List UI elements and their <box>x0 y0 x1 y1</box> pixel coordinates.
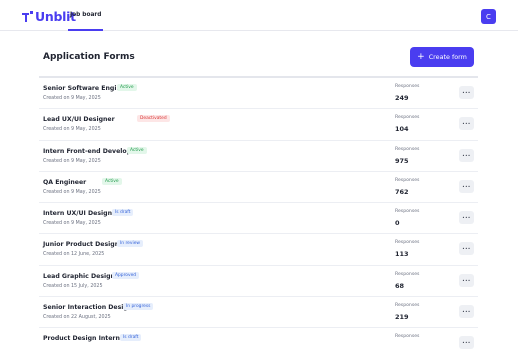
more-options-button[interactable]: ••• <box>459 242 474 256</box>
list-item[interactable]: QA Engineer Active Created on 9 May, 2025 R… <box>39 170 478 202</box>
created-date: Created on 9 May, 2025 <box>43 127 101 133</box>
responses-count: 219 <box>395 313 409 322</box>
more-options-button[interactable]: ••• <box>459 273 474 287</box>
form-title[interactable]: Product Design Intern <box>43 335 120 342</box>
forms-list: Senior Software Engineer Active Created on… <box>39 76 478 359</box>
more-options-button[interactable]: ••• <box>459 179 474 193</box>
created-date: Created on 9 May, 2025 <box>43 221 101 227</box>
page-title: Application Forms <box>43 52 135 62</box>
list-item[interactable]: Intern UX/UI Designer Is draft Created on … <box>39 202 478 233</box>
status-badge: Active <box>102 177 122 185</box>
list-item[interactable]: Product Design Intern Is draft Responses ••… <box>39 327 478 358</box>
form-title[interactable]: Junior Product Designer <box>43 241 126 248</box>
top-bar: Unblit Job board C <box>0 0 518 31</box>
list-item[interactable]: Senior Software Engineer Active Created on… <box>39 76 478 108</box>
responses-label: Responses <box>395 271 420 277</box>
form-title[interactable]: Intern Front-end Developer <box>43 148 138 155</box>
ellipsis-icon: ••• <box>462 90 471 95</box>
more-options-button[interactable]: ••• <box>459 117 474 131</box>
created-date: Created on 15 July, 2025 <box>43 283 103 289</box>
created-date: Created on 12 June, 2025 <box>43 252 105 258</box>
created-date: Created on 9 May, 2025 <box>43 96 101 101</box>
list-item[interactable]: Lead UX/UI Designer Deactivated Created on… <box>39 108 478 139</box>
ellipsis-icon: ••• <box>462 277 471 283</box>
more-options-button[interactable]: ••• <box>459 148 474 162</box>
responses-count: 0 <box>395 219 400 228</box>
plus-icon: + <box>417 51 425 62</box>
list-item[interactable]: Junior Product Designer In review Created … <box>39 233 478 264</box>
status-badge: Is draft <box>112 209 134 217</box>
status-badge: Active <box>117 84 137 91</box>
status-badge: Deactivated <box>137 115 170 123</box>
form-title[interactable]: Lead Graphic Designer <box>43 273 122 280</box>
status-badge: Active <box>127 146 147 154</box>
responses-label: Responses <box>395 240 420 246</box>
avatar[interactable]: C <box>481 9 496 24</box>
responses-label: Responses <box>395 303 420 309</box>
responses-count: 68 <box>395 281 405 290</box>
status-badge: In review <box>117 240 143 248</box>
responses-count: 975 <box>395 156 409 165</box>
responses-count: 249 <box>395 94 409 102</box>
form-title[interactable]: Lead UX/UI Designer <box>43 116 115 123</box>
list-item[interactable]: Senior Interaction Designer In progress Cr… <box>39 296 478 327</box>
responses-label: Responses <box>395 209 420 215</box>
responses-count: 113 <box>395 250 409 259</box>
ellipsis-icon: ••• <box>462 152 471 158</box>
more-options-button[interactable]: ••• <box>459 86 474 99</box>
form-title[interactable]: Intern UX/UI Designer <box>43 210 119 217</box>
ellipsis-icon: ••• <box>462 309 471 315</box>
status-badge: Is draft <box>120 334 142 342</box>
more-options-button[interactable]: ••• <box>459 336 474 350</box>
responses-label: Responses <box>395 84 420 89</box>
ellipsis-icon: ••• <box>462 340 471 346</box>
responses-label: Responses <box>395 334 420 340</box>
responses-label: Responses <box>395 146 420 152</box>
tab-job-board[interactable]: Job board <box>68 0 104 31</box>
ellipsis-icon: ••• <box>462 183 471 189</box>
logo-icon <box>22 11 33 22</box>
list-item[interactable]: Lead Graphic Designer Approved Created on … <box>39 264 478 296</box>
more-options-button[interactable]: ••• <box>459 305 474 319</box>
list-item[interactable]: Intern Front-end Developer Active Created … <box>39 139 478 171</box>
created-date: Created on 9 May, 2025 <box>43 189 101 195</box>
ellipsis-icon: ••• <box>462 215 471 221</box>
ellipsis-icon: ••• <box>462 246 471 252</box>
responses-count: 762 <box>395 187 409 196</box>
created-date: Created on 22 August, 2025 <box>43 315 111 321</box>
created-date: Created on 9 May, 2025 <box>43 158 101 164</box>
create-form-button[interactable]: + Create form <box>410 47 474 67</box>
responses-count: 104 <box>395 125 409 134</box>
ellipsis-icon: ••• <box>462 121 471 127</box>
more-options-button[interactable]: ••• <box>459 211 474 225</box>
responses-label: Responses <box>395 177 420 183</box>
responses-label: Responses <box>395 115 420 121</box>
status-badge: Approved <box>112 271 140 279</box>
status-badge: In progress <box>123 303 154 311</box>
create-form-label: Create form <box>428 53 467 61</box>
form-title[interactable]: QA Engineer <box>43 179 86 186</box>
